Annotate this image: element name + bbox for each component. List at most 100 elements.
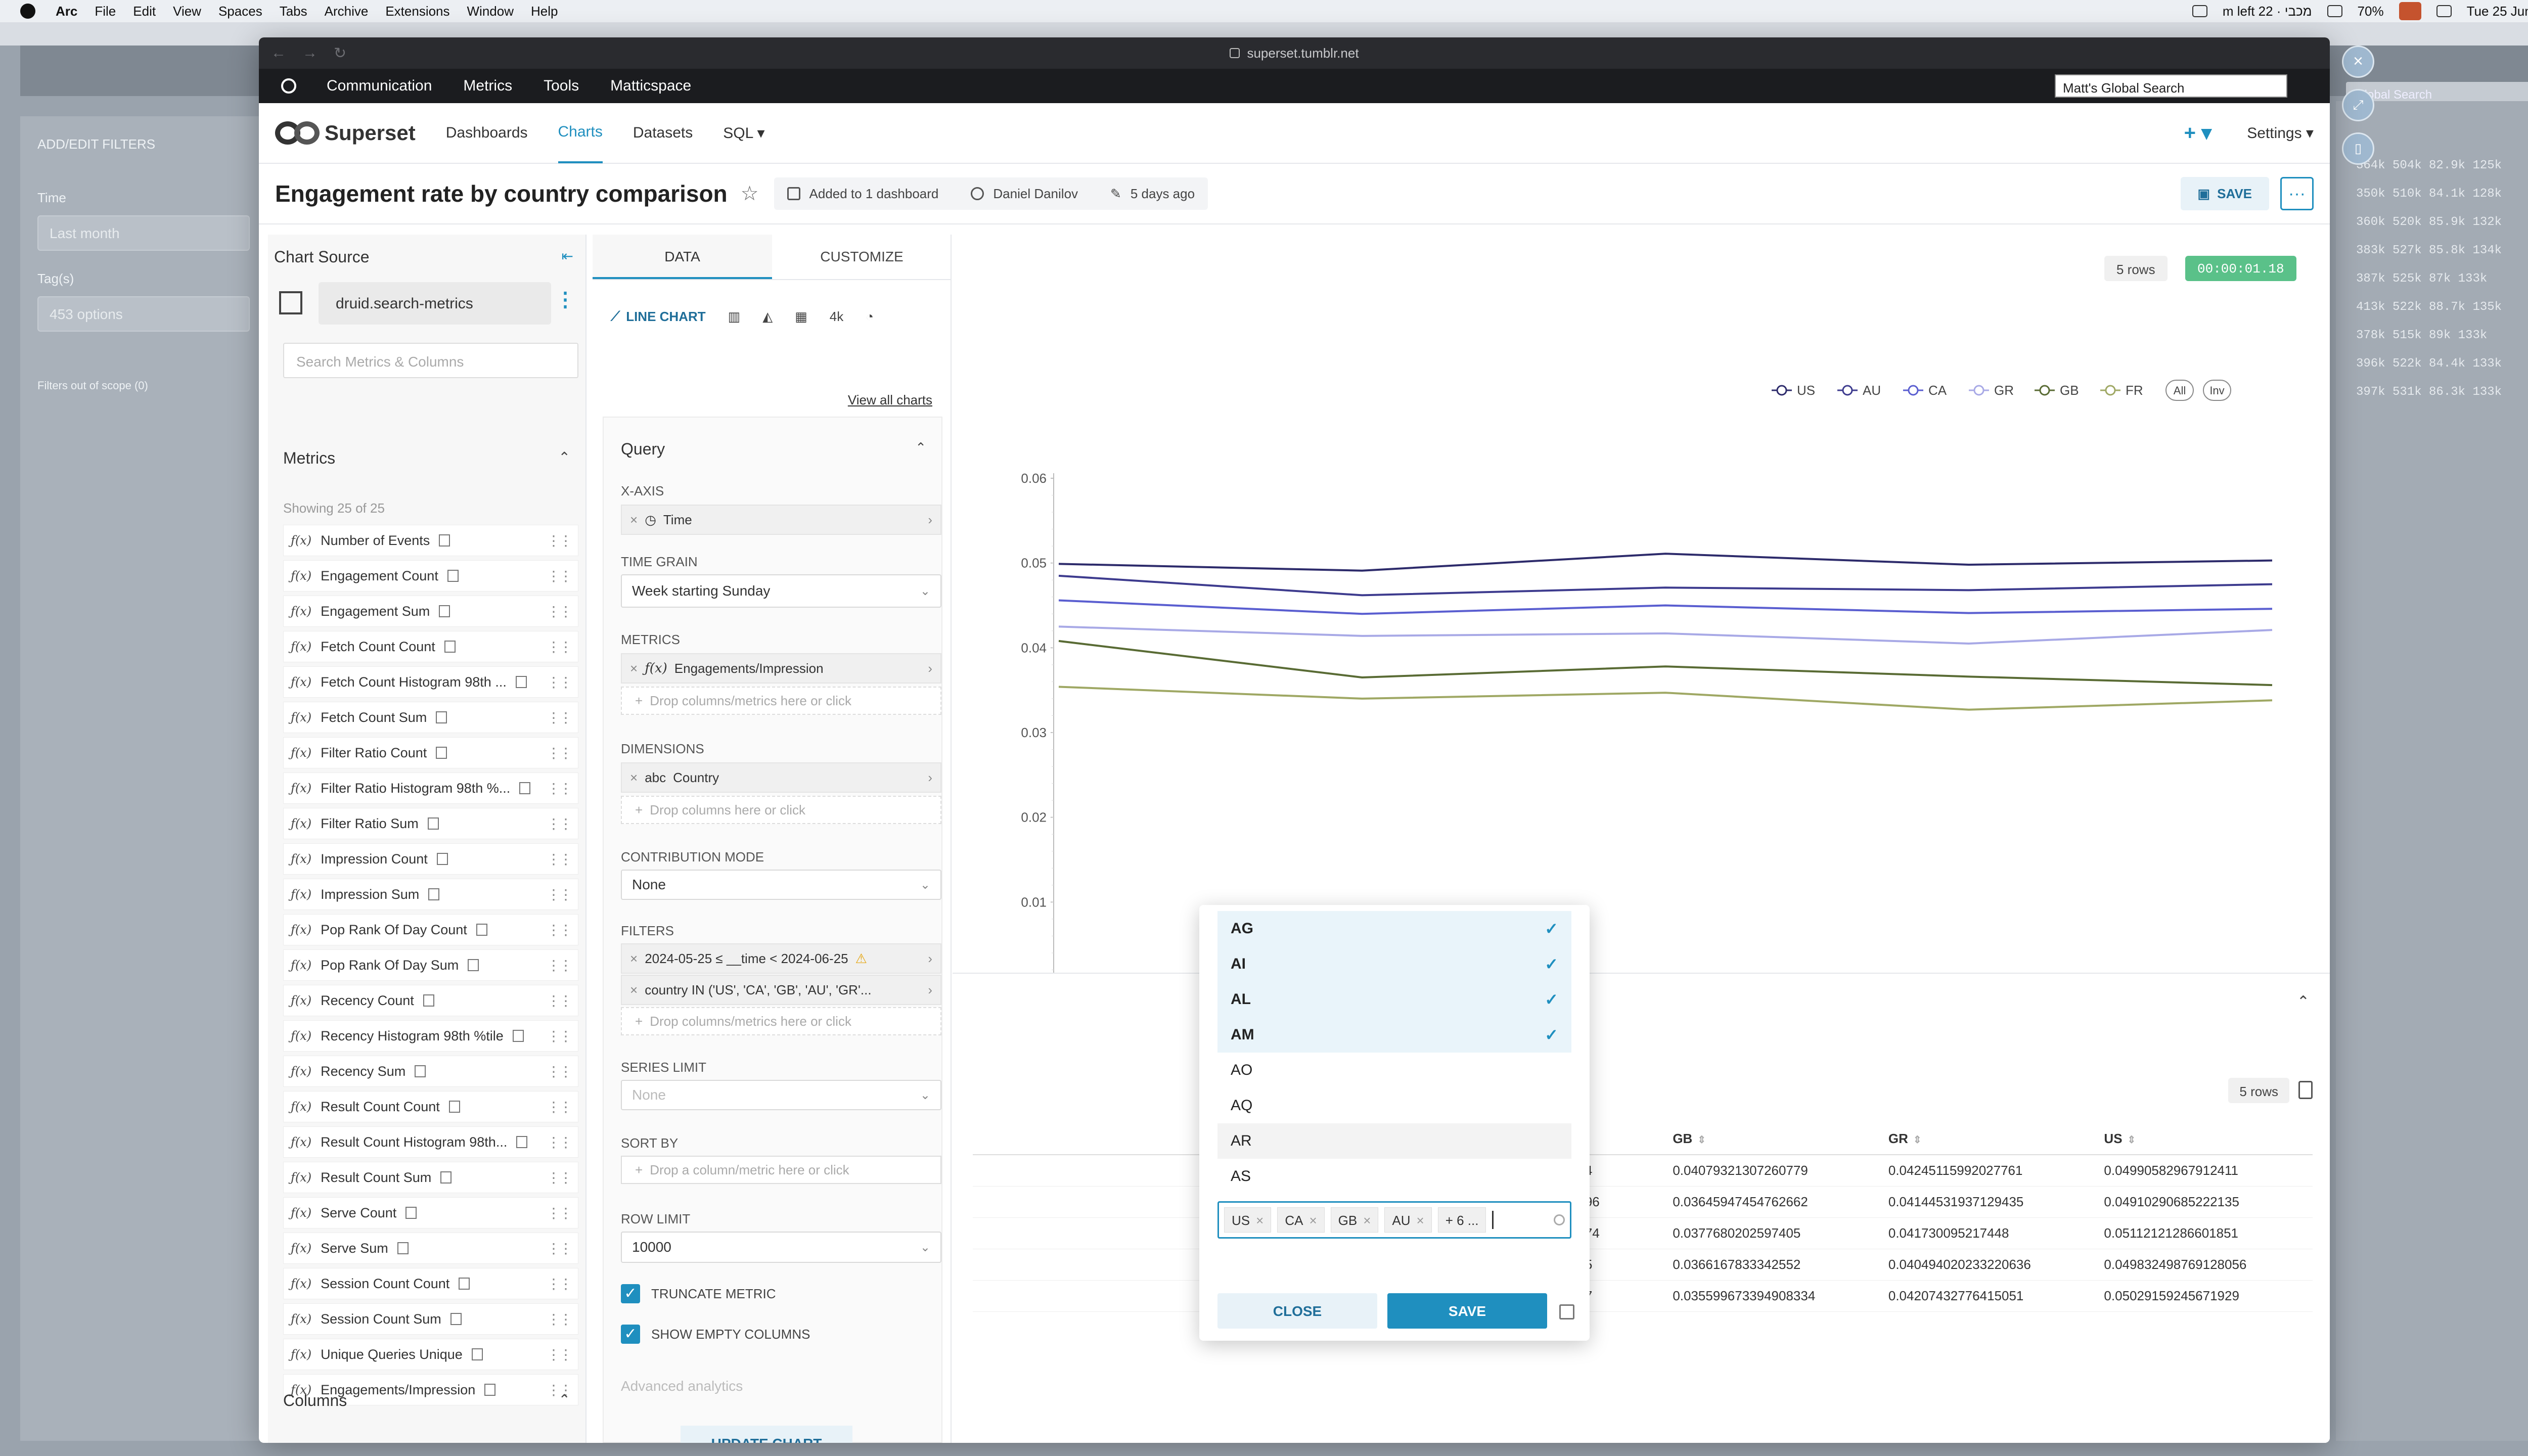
drag-handle-icon[interactable]: ⋮⋮ (547, 1205, 573, 1221)
document-icon[interactable] (448, 1101, 460, 1113)
drag-handle-icon[interactable]: ⋮⋮ (547, 780, 573, 797)
query-heading[interactable]: Query (621, 440, 665, 459)
metric-item[interactable]: ƒ(x) Recency Sum ⋮⋮ (283, 1056, 578, 1087)
superset-logo[interactable]: Superset (275, 121, 416, 145)
pie-chart-icon[interactable]: ◔ (866, 309, 874, 325)
metric-item[interactable]: ƒ(x) Result Count Histogram 98th... ⋮⋮ (283, 1126, 578, 1158)
document-icon[interactable] (439, 605, 450, 617)
drag-handle-icon[interactable]: ⋮⋮ (547, 709, 573, 726)
time-grain-select[interactable]: Week starting Sunday ⌄ (621, 574, 941, 608)
drag-handle-icon[interactable]: ⋮⋮ (547, 639, 573, 655)
column-header-gr[interactable]: GR ⇕ (1881, 1123, 2097, 1155)
contribution-select[interactable]: None ⌄ (621, 870, 941, 900)
status-text[interactable]: m left 22 · מכבי (2223, 4, 2312, 19)
drag-handle-icon[interactable]: ⋮⋮ (547, 1276, 573, 1292)
reload-icon[interactable]: ↻ (334, 44, 346, 62)
split-view-icon[interactable]: ▯ (2342, 132, 2374, 165)
tag-us[interactable]: US × (1224, 1207, 1272, 1233)
drag-handle-icon[interactable]: ⋮⋮ (547, 922, 573, 938)
option-ao[interactable]: AO (1217, 1053, 1571, 1088)
menu-file[interactable]: File (95, 4, 116, 19)
update-chart-button[interactable]: UPDATE CHART (681, 1426, 852, 1443)
metric-item[interactable]: ƒ(x) Recency Histogram 98th %tile ⋮⋮ (283, 1020, 578, 1052)
tab-charts[interactable]: Charts (558, 103, 603, 163)
more-options-button[interactable]: ··· (2280, 177, 2314, 210)
nav-metrics[interactable]: Metrics (463, 77, 512, 95)
star-icon[interactable]: ☆ (741, 182, 759, 205)
metric-item[interactable]: ƒ(x) Serve Count ⋮⋮ (283, 1197, 578, 1228)
drag-handle-icon[interactable]: ⋮⋮ (547, 815, 573, 832)
metric-item[interactable]: ƒ(x) Pop Rank Of Day Sum ⋮⋮ (283, 949, 578, 981)
nav-matticspace[interactable]: Matticspace (610, 77, 691, 95)
drag-handle-icon[interactable]: ⋮⋮ (547, 851, 573, 868)
sort-by-drop-zone[interactable]: + Drop a column/metric here or click (621, 1156, 941, 1184)
document-icon[interactable] (484, 1384, 496, 1396)
chevron-up-icon[interactable]: ⌃ (915, 440, 926, 456)
metrics-drop-zone[interactable]: + Drop columns/metrics here or click (621, 687, 941, 715)
xaxis-chip[interactable]: × ◷ Time › (621, 505, 941, 535)
show-empty-columns-checkbox[interactable]: ✓ SHOW EMPTY COLUMNS (621, 1325, 810, 1344)
column-header-us[interactable]: US ⇕ (2097, 1123, 2313, 1155)
metric-item[interactable]: ƒ(x) Fetch Count Sum ⋮⋮ (283, 702, 578, 733)
option-ag[interactable]: AG ✓ (1217, 911, 1571, 946)
menu-help[interactable]: Help (531, 4, 558, 19)
chevron-up-icon[interactable]: ⌃ (559, 449, 570, 466)
metric-item[interactable]: ƒ(x) Impression Sum ⋮⋮ (283, 879, 578, 910)
more-tags[interactable]: + 6 ... (1437, 1207, 1486, 1233)
menu-app-name[interactable]: Arc (56, 4, 77, 19)
drag-handle-icon[interactable]: ⋮⋮ (547, 992, 573, 1009)
drag-handle-icon[interactable]: ⋮⋮ (547, 603, 573, 620)
option-ar[interactable]: AR (1217, 1123, 1571, 1159)
menu-window[interactable]: Window (467, 4, 514, 19)
option-aq[interactable]: AQ (1217, 1088, 1571, 1123)
chevron-up-icon[interactable]: ⌃ (559, 1391, 570, 1408)
drag-handle-icon[interactable]: ⋮⋮ (547, 1099, 573, 1115)
nav-tools[interactable]: Tools (544, 77, 579, 95)
tab-customize[interactable]: CUSTOMIZE (772, 235, 952, 279)
apple-icon[interactable] (20, 4, 35, 19)
metric-item[interactable]: ƒ(x) Impression Count ⋮⋮ (283, 843, 578, 875)
column-header[interactable] (973, 1123, 1236, 1155)
chart-title[interactable]: Engagement rate by country comparison (275, 180, 728, 207)
tab-sql[interactable]: SQL ▾ (723, 103, 764, 163)
wifi-icon[interactable] (2436, 5, 2452, 17)
line-chart-button[interactable]: ⟋ LINE CHART (611, 308, 706, 325)
truncate-metric-checkbox[interactable]: ✓ TRUNCATE METRIC (621, 1284, 776, 1303)
document-icon[interactable] (512, 1030, 524, 1042)
expand-icon[interactable]: ⤢ (2342, 89, 2374, 121)
time-filter-chip[interactable]: × 2024-05-25 ≤ __time < 2024-06-25 ⚠ › (621, 943, 941, 974)
metric-item[interactable]: ƒ(x) Serve Sum ⋮⋮ (283, 1233, 578, 1264)
added-to-dashboard[interactable]: Added to 1 dashboard (809, 186, 939, 202)
url-bar[interactable]: superset.tumblr.net (1247, 46, 1359, 61)
tab-data[interactable]: DATA (593, 235, 772, 279)
document-icon[interactable] (436, 747, 447, 759)
drag-handle-icon[interactable]: ⋮⋮ (547, 1346, 573, 1363)
option-al[interactable]: AL ✓ (1217, 982, 1571, 1017)
tag-au[interactable]: AU × (1384, 1207, 1432, 1233)
column-header-gb[interactable]: GB ⇕ (1665, 1123, 1881, 1155)
metric-item[interactable]: ƒ(x) Engagement Sum ⋮⋮ (283, 596, 578, 627)
menu-edit[interactable]: Edit (133, 4, 156, 19)
country-filter-chip[interactable]: × country IN ('US', 'CA', 'GB', 'AU', 'G… (621, 975, 941, 1005)
dimensions-drop-zone[interactable]: + Drop columns here or click (621, 796, 941, 824)
remove-icon[interactable]: × (630, 982, 638, 998)
metric-item[interactable]: ƒ(x) Fetch Count Count ⋮⋮ (283, 631, 578, 662)
dimension-chip[interactable]: × abc Country › (621, 762, 941, 793)
document-icon[interactable] (476, 924, 487, 936)
forward-icon[interactable]: → (302, 44, 318, 62)
metric-item[interactable]: ƒ(x) Filter Ratio Sum ⋮⋮ (283, 808, 578, 839)
document-icon[interactable] (423, 994, 434, 1007)
tag-gb[interactable]: GB × (1330, 1207, 1379, 1233)
document-icon[interactable] (468, 959, 479, 971)
drag-handle-icon[interactable]: ⋮⋮ (547, 886, 573, 903)
metric-item[interactable]: ƒ(x) Number of Events ⋮⋮ (283, 525, 578, 556)
document-icon[interactable] (519, 782, 531, 794)
advanced-analytics-heading[interactable]: Advanced analytics (621, 1378, 743, 1394)
document-icon[interactable] (405, 1207, 417, 1219)
dataset-menu-icon[interactable]: ⋮ (555, 288, 575, 311)
document-icon[interactable] (397, 1242, 409, 1254)
big-number-button[interactable]: 4k (830, 309, 843, 325)
metric-item[interactable]: ƒ(x) Pop Rank Of Day Count ⋮⋮ (283, 914, 578, 945)
metric-item[interactable]: ƒ(x) Engagement Count ⋮⋮ (283, 560, 578, 592)
document-icon[interactable] (436, 853, 448, 865)
